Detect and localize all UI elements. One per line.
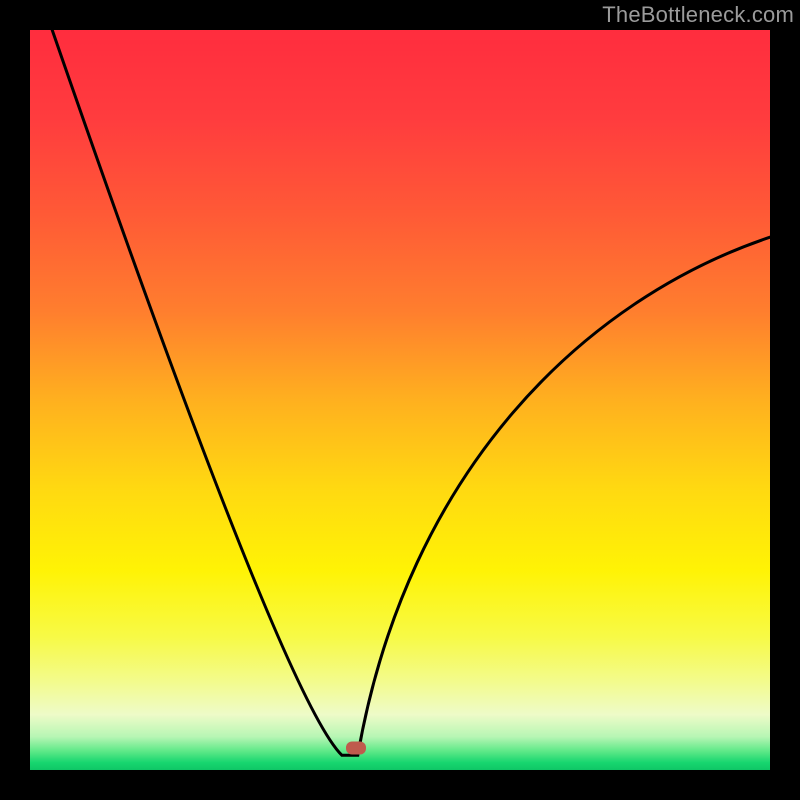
chart-frame: TheBottleneck.com <box>0 0 800 800</box>
watermark-text: TheBottleneck.com <box>602 2 794 28</box>
plot-area <box>30 30 770 770</box>
bottleneck-curve <box>30 30 770 770</box>
